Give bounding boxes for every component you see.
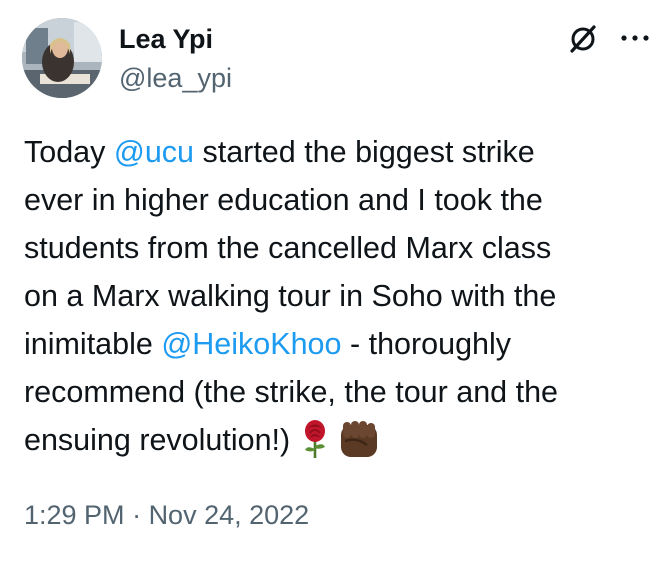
tweet-date[interactable]: Nov 24, 2022 [149,500,310,530]
tweet-line: ensuing revolution!) [24,416,652,464]
tweet-card: Lea Ypi @lea_ypi Today @ucu started the … [0,0,668,562]
tweet-timestamp: 1:29 PM · Nov 24, 2022 [24,498,309,532]
text-segment: Today [24,135,114,169]
mention-heikokhoo[interactable]: @HeikoKhoo [161,327,341,361]
meta-separator: · [124,500,149,530]
tweet-line: on a Marx walking tour in Soho with the [24,279,557,313]
mention-ucu[interactable]: @ucu [114,135,194,169]
more-options-icon[interactable] [620,34,650,42]
display-name[interactable]: Lea Ypi [119,23,213,55]
text-segment: - thoroughly [341,327,512,361]
tweet-line: ever in higher education and I took the [24,183,543,217]
tweet-line: Today @ucu started the biggest strike [24,128,652,176]
text-segment: inimitable [24,327,162,361]
raised-fist-icon [340,420,377,457]
x-logo-icon[interactable] [568,24,598,54]
tweet-line: inimitable @HeikoKhoo - thoroughly [24,320,652,368]
text-segment: started the biggest strike [194,135,535,169]
tweet-line: students from the cancelled Marx class [24,231,552,265]
text-segment: ensuing revolution!) [24,423,291,457]
rose-icon [304,419,325,458]
tweet-text: Today @ucu started the biggest strike ev… [24,128,652,464]
tweet-line: recommend (the strike, the tour and the [24,375,559,409]
tweet-time[interactable]: 1:29 PM [24,500,125,530]
user-handle[interactable]: @lea_ypi [119,62,232,94]
avatar[interactable] [22,18,102,98]
avatar-photo [22,18,102,98]
